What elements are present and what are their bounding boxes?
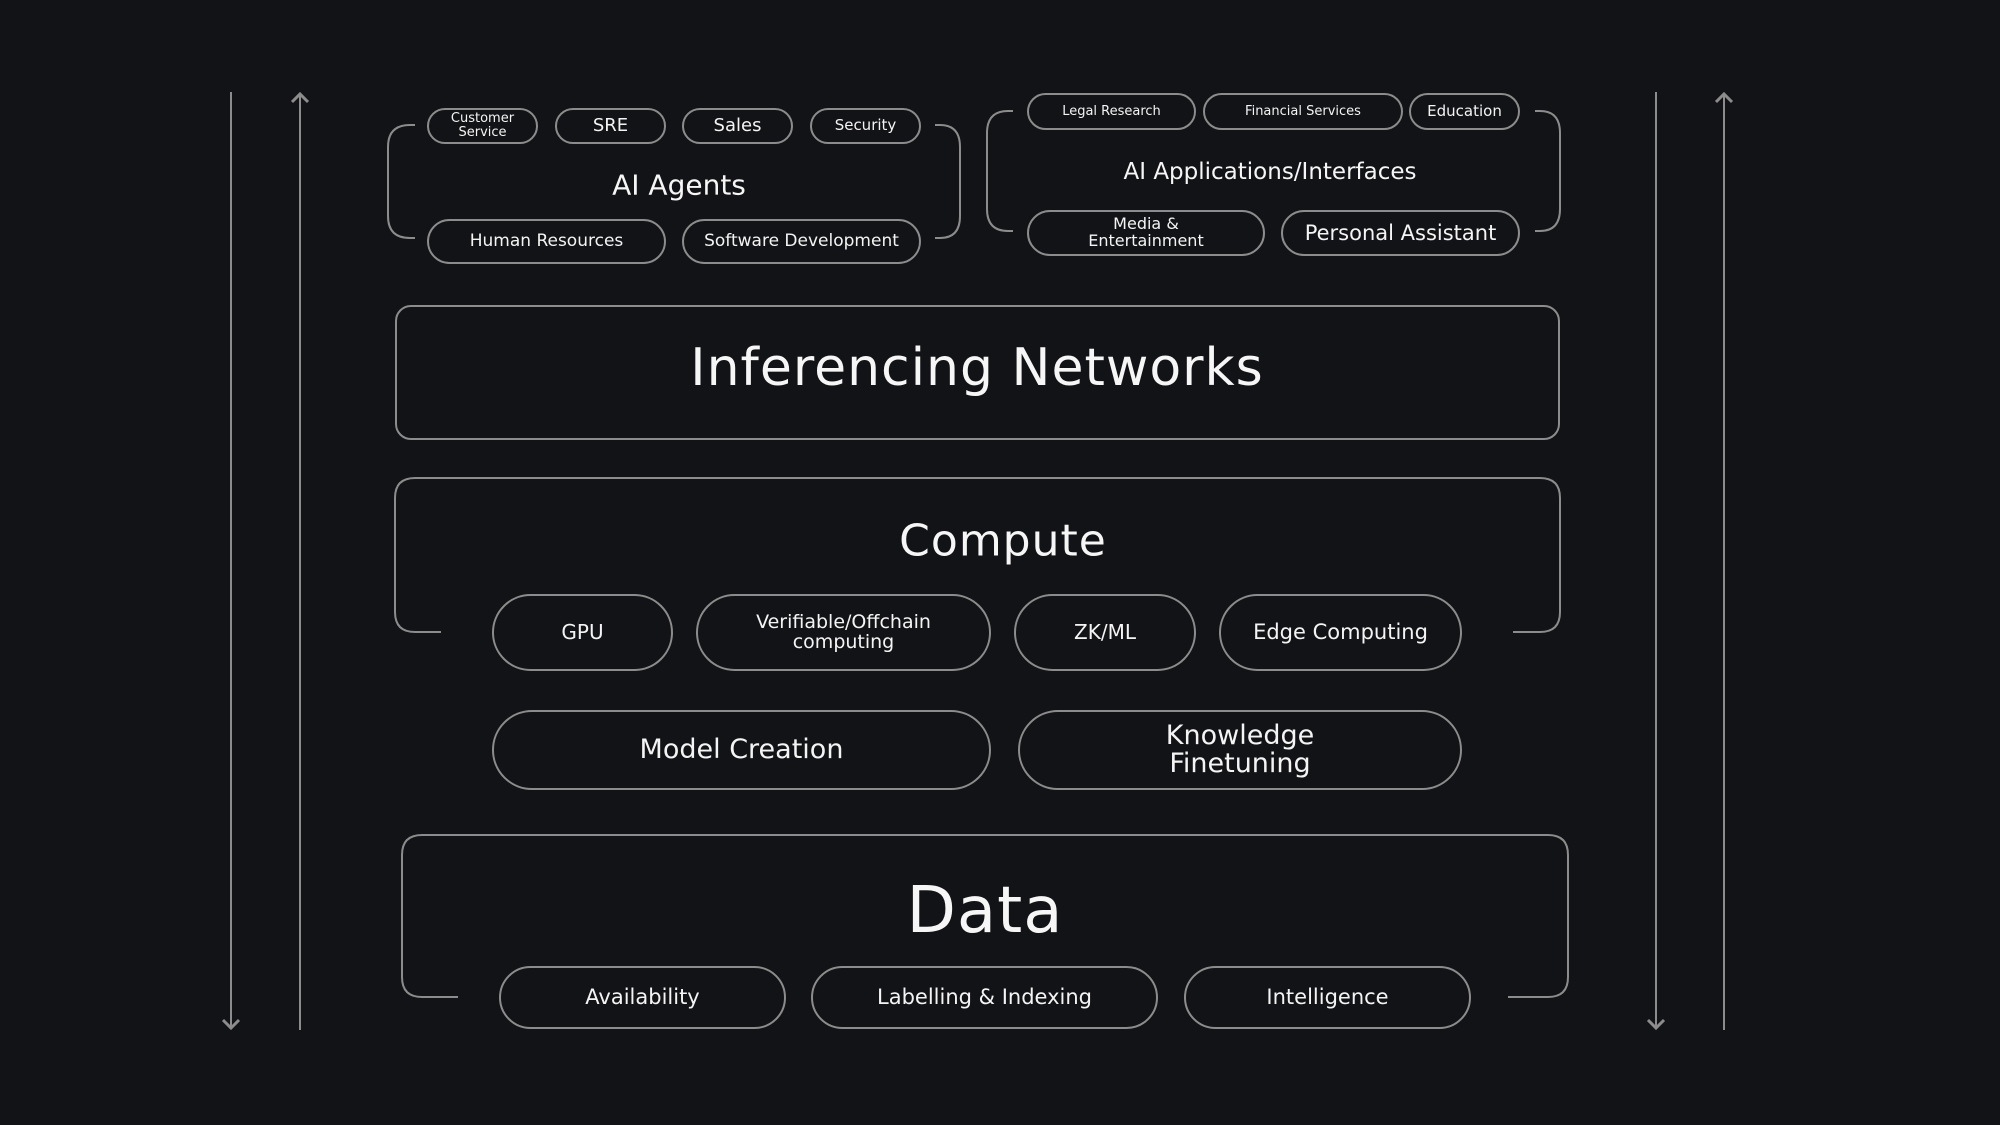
knowledge-finetuning: Knowledge Finetuning	[1018, 710, 1462, 790]
data-availability: Availability	[499, 966, 786, 1029]
compute-edge-computing: Edge Computing	[1219, 594, 1462, 671]
agent-sre: SRE	[555, 108, 666, 144]
app-legal-research: Legal Research	[1027, 93, 1196, 130]
agents-right-bracket	[935, 124, 961, 239]
app-financial-services: Financial Services	[1203, 93, 1403, 130]
agent-security: Security	[810, 108, 921, 144]
agent-human-resources: Human Resources	[427, 219, 666, 264]
inferencing-title: Inferencing Networks	[690, 338, 1264, 398]
apps-right-bracket	[1535, 110, 1561, 232]
data-intelligence: Intelligence	[1184, 966, 1471, 1029]
agent-sales: Sales	[682, 108, 793, 144]
compute-gpu: GPU	[492, 594, 673, 671]
compute-verifiable-offchain: Verifiable/Offchain computing	[696, 594, 991, 671]
agent-software-development: Software Development	[682, 219, 921, 264]
apps-title: AI Applications/Interfaces	[1123, 159, 1417, 185]
data-title: Data	[906, 874, 1064, 948]
apps-left-bracket	[986, 110, 1013, 232]
agents-title: AI Agents	[612, 168, 746, 202]
app-media-entertainment: Media & Entertainment	[1027, 210, 1265, 256]
app-education: Education	[1409, 93, 1520, 130]
model-creation: Model Creation	[492, 710, 991, 790]
agent-customer-service: Customer Service	[427, 108, 538, 144]
data-labelling-indexing: Labelling & Indexing	[811, 966, 1158, 1029]
compute-title: Compute	[899, 515, 1107, 567]
app-personal-assistant: Personal Assistant	[1281, 210, 1520, 256]
agents-left-bracket	[387, 124, 415, 239]
compute-zkml: ZK/ML	[1014, 594, 1196, 671]
